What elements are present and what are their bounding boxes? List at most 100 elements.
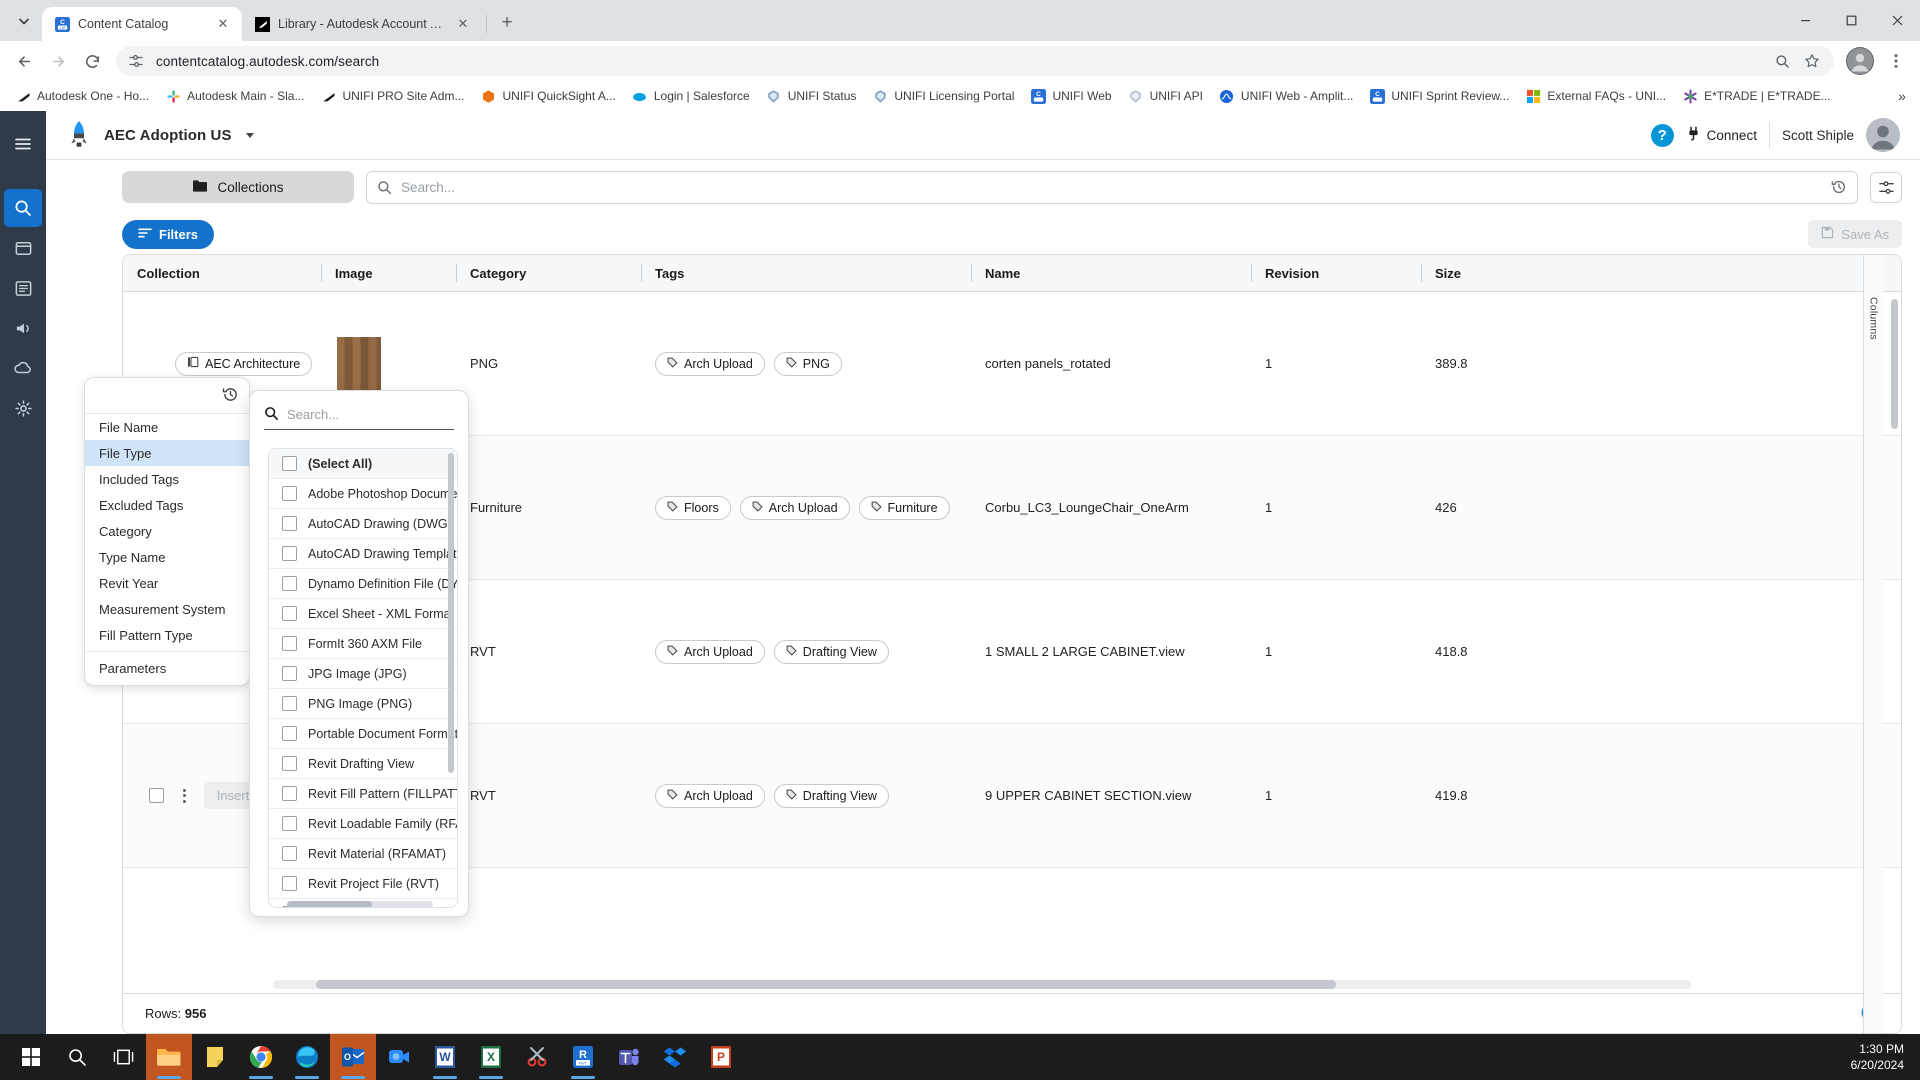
column-header-category[interactable]: Category — [456, 255, 641, 291]
file-type-option[interactable]: Excel Sheet - XML Format (XLSX) — [269, 599, 457, 629]
bookmark-item[interactable]: C UNIFI Sprint Review... — [1362, 84, 1516, 108]
file-type-option[interactable]: Revit Fill Pattern (FILLPATTERN) — [269, 779, 457, 809]
bookmark-item[interactable]: E*TRADE | E*TRADE... — [1675, 84, 1837, 108]
filter-item-excluded-tags[interactable]: Excluded Tags — [85, 492, 249, 518]
search-input[interactable] — [401, 180, 1822, 195]
checkbox[interactable] — [282, 726, 297, 741]
search-icon[interactable] — [1772, 51, 1792, 71]
tag-badge[interactable]: Drafting View — [774, 784, 889, 808]
site-settings-icon[interactable] — [126, 51, 146, 71]
new-tab-button[interactable]: + — [493, 9, 521, 37]
file-type-option[interactable]: PNG Image (PNG) — [269, 689, 457, 719]
chrome-menu-icon[interactable] — [1880, 45, 1912, 77]
checkbox[interactable] — [282, 486, 297, 501]
column-header-name[interactable]: Name — [971, 255, 1251, 291]
checkbox[interactable] — [282, 576, 297, 591]
tag-badge[interactable]: Arch Upload — [655, 640, 765, 664]
file-type-horizontal-scrollbar[interactable] — [287, 901, 433, 908]
checkbox[interactable] — [282, 516, 297, 531]
help-icon[interactable]: ? — [1651, 124, 1674, 147]
tag-badge[interactable]: Floors — [655, 496, 731, 520]
bookmark-item[interactable]: Autodesk One - Ho... — [8, 84, 156, 108]
search-settings-button[interactable] — [1870, 172, 1902, 203]
history-icon[interactable] — [1831, 179, 1847, 195]
bookmark-item[interactable]: UNIFI API — [1121, 84, 1210, 108]
taskbar-clock[interactable]: 1:30 PM 6/20/2024 — [1851, 1041, 1920, 1073]
checkbox[interactable] — [282, 546, 297, 561]
back-icon[interactable] — [8, 45, 40, 77]
bookmark-item[interactable]: C UNIFI Web — [1023, 84, 1118, 108]
sidebar-item-library[interactable] — [4, 229, 42, 267]
tag-badge[interactable]: Arch Upload — [655, 352, 765, 376]
checkbox[interactable] — [282, 786, 297, 801]
bookmark-item[interactable]: UNIFI PRO Site Adm... — [313, 84, 471, 108]
taskbar-file-explorer-icon[interactable] — [146, 1034, 192, 1080]
browser-tab-content-catalog[interactable]: CCAT Content Catalog ✕ — [42, 7, 242, 41]
start-button[interactable] — [8, 1034, 54, 1080]
bookmark-item[interactable]: UNIFI Status — [759, 84, 864, 108]
taskbar-dropbox-icon[interactable] — [652, 1034, 698, 1080]
close-window-button[interactable] — [1874, 0, 1920, 41]
checkbox[interactable] — [282, 606, 297, 621]
file-type-option[interactable]: FormIt 360 AXM File — [269, 629, 457, 659]
file-type-option[interactable]: JPG Image (JPG) — [269, 659, 457, 689]
file-type-option[interactable]: Revit Drafting View — [269, 749, 457, 779]
taskbar-teams-icon[interactable] — [606, 1034, 652, 1080]
bookmark-star-icon[interactable] — [1802, 51, 1822, 71]
filter-item-fill-pattern-type[interactable]: Fill Pattern Type — [85, 622, 249, 648]
column-header-collection[interactable]: Collection — [123, 255, 321, 291]
address-bar[interactable]: contentcatalog.autodesk.com/search — [116, 46, 1834, 76]
bookmark-item[interactable]: External FAQs - UNI... — [1518, 84, 1673, 108]
connect-button[interactable]: Connect — [1686, 126, 1757, 144]
checkbox[interactable] — [282, 696, 297, 711]
filter-item-file-name[interactable]: File Name — [85, 414, 249, 440]
bookmark-item[interactable]: UNIFI Web - Amplit... — [1212, 84, 1360, 108]
sidebar-item-settings[interactable] — [4, 389, 42, 427]
browser-tab-library[interactable]: Library - Autodesk Account Adm ✕ — [242, 7, 482, 41]
file-type-vertical-scrollbar[interactable] — [448, 453, 454, 773]
profile-avatar[interactable] — [1846, 47, 1874, 75]
taskbar-sticky-notes-icon[interactable] — [192, 1034, 238, 1080]
file-type-option[interactable]: AutoCAD Drawing Template (DW — [269, 539, 457, 569]
filter-item-file-type[interactable]: File Type — [85, 440, 249, 466]
bookmarks-overflow-button[interactable]: » — [1890, 84, 1914, 108]
column-header-tags[interactable]: Tags — [641, 255, 971, 291]
columns-rail[interactable]: Columns — [1863, 255, 1883, 1033]
file-type-option[interactable]: AutoCAD Drawing (DWG) — [269, 509, 457, 539]
chevron-down-icon[interactable] — [246, 133, 254, 138]
file-type-option[interactable]: Revit Loadable Family (RFA) — [269, 809, 457, 839]
checkbox[interactable] — [282, 846, 297, 861]
filters-button[interactable]: Filters — [122, 220, 214, 249]
taskbar-revit-icon[interactable]: RRVT — [560, 1034, 606, 1080]
checkbox[interactable] — [282, 816, 297, 831]
file-type-search-input[interactable] — [287, 407, 463, 422]
avatar[interactable] — [1866, 118, 1900, 152]
checkbox[interactable] — [282, 666, 297, 681]
forward-icon[interactable] — [42, 45, 74, 77]
filter-item-category[interactable]: Category — [85, 518, 249, 544]
taskbar-search-icon[interactable] — [54, 1034, 100, 1080]
taskbar-snip-sketch-icon[interactable] — [514, 1034, 560, 1080]
close-icon[interactable]: ✕ — [214, 15, 232, 33]
file-type-search-row[interactable] — [264, 405, 454, 430]
close-icon[interactable]: ✕ — [454, 15, 472, 33]
taskbar-edge-icon[interactable] — [284, 1034, 330, 1080]
tag-badge[interactable]: Furniture — [859, 496, 950, 520]
tag-badge[interactable]: PNG — [774, 352, 842, 376]
filter-item-parameters[interactable]: Parameters — [85, 655, 249, 681]
file-type-option-list[interactable]: (Select All) Adobe Photoshop Document (P… — [268, 448, 458, 908]
file-type-option[interactable]: Adobe Photoshop Document (PS — [269, 479, 457, 509]
taskbar-chrome-icon[interactable] — [238, 1034, 284, 1080]
tag-badge[interactable]: Drafting View — [774, 640, 889, 664]
sidebar-item-batch[interactable] — [4, 269, 42, 307]
tab-search-chevron-down-icon[interactable] — [10, 7, 38, 35]
collections-button[interactable]: Collections — [122, 171, 354, 203]
column-header-image[interactable]: Image — [321, 255, 456, 291]
tag-badge[interactable]: Arch Upload — [655, 784, 765, 808]
reload-icon[interactable] — [76, 45, 108, 77]
checkbox[interactable] — [282, 756, 297, 771]
bookmark-item[interactable]: Autodesk Main - Sla... — [158, 84, 311, 108]
taskbar-powerpoint-icon[interactable]: P — [698, 1034, 744, 1080]
bookmark-item[interactable]: UNIFI Licensing Portal — [865, 84, 1021, 108]
file-type-option[interactable]: Dynamo Definition File (DYN) (DV — [269, 569, 457, 599]
